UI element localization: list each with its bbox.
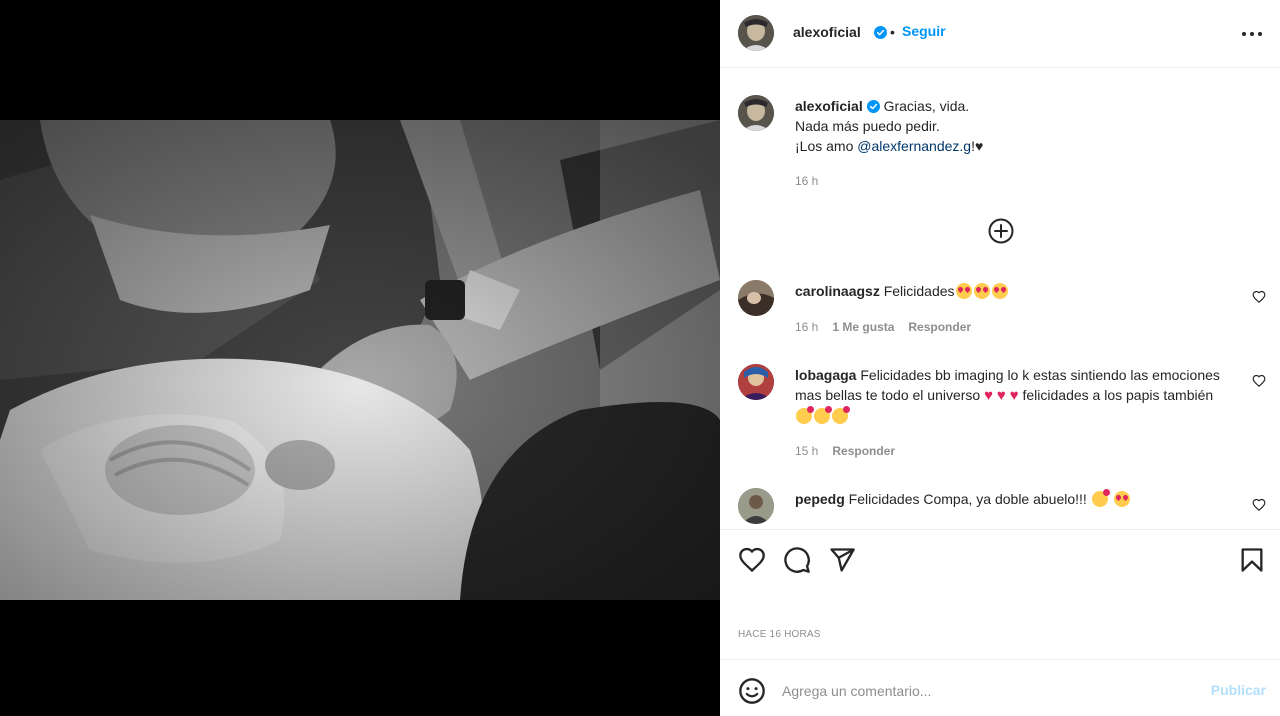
comment-item: pepedg Felicidades Compa, ya doble abuel… (720, 488, 1280, 529)
comment-reply-button[interactable]: Responder (832, 444, 895, 458)
comment-like-heart-icon[interactable] (1252, 374, 1266, 388)
red-heart-emoji-icon: ♥ (984, 387, 994, 404)
comment-body-continued: felicidades a los papis también (1022, 387, 1214, 403)
comment-text: carolinaagsz Felicidades (795, 281, 1235, 301)
comment-timestamp[interactable]: 15 h (795, 444, 818, 458)
header-separator: • (890, 24, 895, 40)
heart-icon[interactable] (738, 546, 766, 574)
comment-text: pepedg Felicidades Compa, ya doble abuel… (795, 489, 1235, 509)
comment-like-count[interactable]: 1 Me gusta (832, 320, 894, 334)
caption-username[interactable]: alexoficial (795, 98, 863, 114)
more-horizontal-icon[interactable] (1238, 22, 1266, 46)
verified-badge-icon (866, 100, 880, 113)
comment-body: Felicidades Compa, ya doble abuelo!!! (848, 491, 1087, 507)
instagram-post-modal: alexoficial • Seguir alexoficial Gracias… (0, 0, 1280, 716)
caption-mention-link[interactable]: @alexfernandez.g (857, 138, 971, 154)
add-comment-bar: Publicar (720, 659, 1280, 716)
plus-circle-icon[interactable] (988, 218, 1014, 244)
verified-badge-icon (874, 26, 887, 39)
post-header: alexoficial • Seguir (720, 0, 1280, 68)
heart-eyes-emoji-icon (955, 283, 972, 299)
caption-author-avatar[interactable] (738, 95, 774, 131)
media-pane (0, 0, 720, 716)
commenter-avatar[interactable] (738, 364, 774, 400)
smiley-icon[interactable] (738, 677, 766, 705)
comments-list[interactable]: alexoficial Gracias, vida. Nada más pued… (720, 69, 1280, 529)
caption-line-1: Gracias, vida. (883, 98, 970, 114)
bookmark-icon[interactable] (1238, 546, 1266, 574)
follow-button[interactable]: Seguir (902, 23, 946, 39)
smiling-face-with-hearts-emoji-icon (796, 406, 814, 424)
author-username[interactable]: alexoficial (793, 24, 861, 40)
commenter-avatar[interactable] (738, 488, 774, 524)
caption-line-2: Nada más puedo pedir. (795, 118, 940, 134)
heart-eyes-emoji-icon (973, 283, 990, 299)
comment-like-heart-icon[interactable] (1252, 498, 1266, 512)
comment-timestamp[interactable]: 16 h (795, 320, 818, 334)
paper-plane-icon[interactable] (828, 546, 856, 574)
post-caption: alexoficial Gracias, vida. Nada más pued… (795, 96, 1235, 156)
comment-reply-button[interactable]: Responder (908, 320, 971, 334)
comment-like-heart-icon[interactable] (1252, 290, 1266, 304)
author-avatar[interactable] (738, 15, 774, 51)
comment-bubble-icon[interactable] (783, 546, 811, 574)
caption-timestamp[interactable]: 16 h (795, 174, 818, 188)
post-timestamp[interactable]: HACE 16 HORAS (738, 629, 821, 640)
caption-line-3-prefix: ¡Los amo (795, 138, 858, 154)
red-heart-emoji-icon: ♥ (996, 387, 1006, 404)
comment-meta: 15 h Responder (795, 444, 909, 458)
comment-item: lobagaga Felicidades bb imaging lo k est… (720, 364, 1280, 464)
comment-input[interactable] (782, 678, 1182, 704)
heart-eyes-emoji-icon (991, 283, 1008, 299)
comment-item: carolinaagsz Felicidades 16 h 1 Me gusta R… (720, 280, 1280, 340)
post-photo[interactable] (0, 120, 720, 600)
comment-username[interactable]: lobagaga (795, 367, 856, 383)
publish-button[interactable]: Publicar (1211, 682, 1266, 698)
post-side-panel: alexoficial • Seguir alexoficial Gracias… (720, 0, 1280, 716)
post-action-bar (720, 529, 1280, 589)
comment-body: Felicidades (883, 283, 955, 299)
comment-text: lobagaga Felicidades bb imaging lo k est… (795, 365, 1235, 426)
comment-meta: 16 h 1 Me gusta Responder (795, 320, 985, 334)
partying-face-emoji-icon (1091, 489, 1110, 507)
comment-username[interactable]: carolinaagsz (795, 283, 880, 299)
caption-line-3-suffix: !♥ (971, 138, 984, 154)
smiling-face-with-hearts-emoji-icon (832, 406, 850, 424)
commenter-avatar[interactable] (738, 280, 774, 316)
heart-eyes-emoji-icon (1113, 491, 1130, 507)
smiling-face-with-hearts-emoji-icon (814, 406, 832, 424)
comment-username[interactable]: pepedg (795, 491, 845, 507)
red-heart-emoji-icon: ♥ (1009, 387, 1019, 404)
post-photo-illustration (0, 120, 720, 600)
